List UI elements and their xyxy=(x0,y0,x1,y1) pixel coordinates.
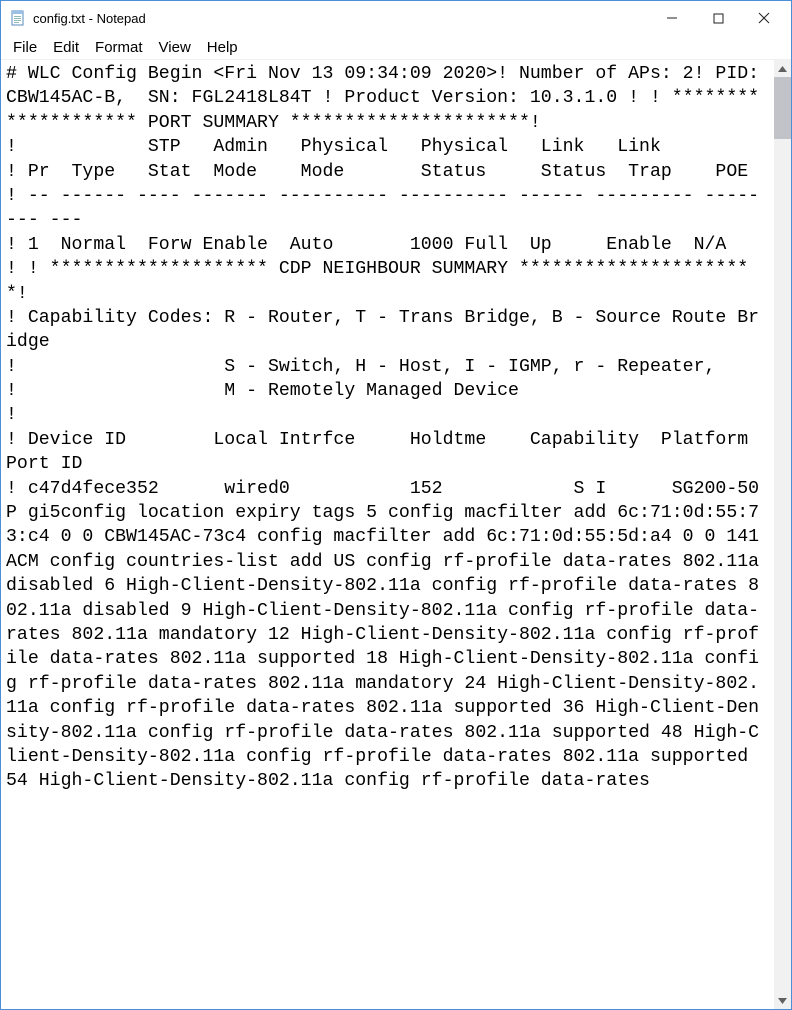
menu-view[interactable]: View xyxy=(151,37,199,58)
menu-file[interactable]: File xyxy=(5,37,45,58)
scroll-down-button[interactable] xyxy=(774,992,791,1009)
content-area: # WLC Config Begin <Fri Nov 13 09:34:09 … xyxy=(1,60,791,1009)
window-titlebar: config.txt - Notepad xyxy=(1,1,791,35)
notepad-icon xyxy=(9,9,27,27)
close-button[interactable] xyxy=(741,3,787,33)
menu-format[interactable]: Format xyxy=(87,37,151,58)
scrollbar-track[interactable] xyxy=(774,77,791,992)
menu-help[interactable]: Help xyxy=(199,37,246,58)
minimize-button[interactable] xyxy=(649,3,695,33)
editor-text[interactable]: # WLC Config Begin <Fri Nov 13 09:34:09 … xyxy=(1,60,774,1009)
menu-edit[interactable]: Edit xyxy=(45,37,87,58)
vertical-scrollbar[interactable] xyxy=(774,60,791,1009)
maximize-button[interactable] xyxy=(695,3,741,33)
scroll-up-button[interactable] xyxy=(774,60,791,77)
window-title: config.txt - Notepad xyxy=(33,11,146,26)
menubar: File Edit Format View Help xyxy=(1,35,791,60)
scrollbar-thumb[interactable] xyxy=(774,77,791,139)
